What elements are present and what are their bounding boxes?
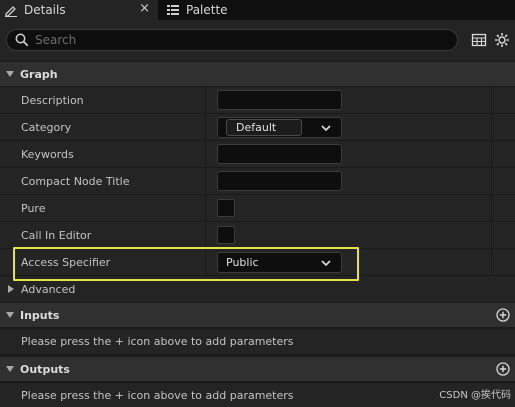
row-keywords: Keywords bbox=[0, 140, 515, 167]
column-divider bbox=[491, 114, 492, 140]
column-divider[interactable] bbox=[205, 195, 206, 221]
tab-details[interactable]: Details × bbox=[0, 0, 158, 20]
tab-palette-label: Palette bbox=[186, 3, 228, 17]
gear-icon[interactable] bbox=[494, 32, 510, 48]
row-call-in-editor: Call In Editor bbox=[0, 221, 515, 248]
description-label: Description bbox=[21, 94, 84, 107]
row-category: Category Default bbox=[0, 113, 515, 140]
category-value: Default bbox=[236, 121, 277, 134]
column-divider[interactable] bbox=[205, 222, 206, 248]
tab-details-label: Details bbox=[24, 3, 66, 17]
tab-bar: Details × Palette bbox=[0, 0, 515, 20]
section-graph[interactable]: Graph bbox=[0, 61, 515, 86]
column-divider[interactable] bbox=[205, 87, 206, 113]
inputs-message-row: Please press the + icon above to add par… bbox=[0, 328, 515, 354]
column-divider[interactable] bbox=[205, 141, 206, 167]
palette-icon bbox=[167, 5, 179, 15]
column-divider[interactable] bbox=[205, 168, 206, 194]
tab-palette[interactable]: Palette bbox=[160, 0, 280, 20]
search-input[interactable] bbox=[35, 33, 435, 47]
watermark: CSDN @挨代码 bbox=[439, 390, 511, 401]
column-divider bbox=[491, 249, 492, 275]
compact-node-title-label: Compact Node Title bbox=[21, 175, 130, 188]
call-in-editor-label: Call In Editor bbox=[21, 229, 92, 242]
row-pure: Pure bbox=[0, 194, 515, 221]
pure-label: Pure bbox=[21, 202, 46, 215]
collapsed-arrow-icon bbox=[8, 285, 14, 293]
category-label: Category bbox=[21, 121, 72, 134]
description-field[interactable] bbox=[217, 90, 342, 110]
column-divider bbox=[491, 87, 492, 113]
details-toolbar bbox=[0, 20, 515, 61]
column-divider bbox=[491, 195, 492, 221]
section-outputs[interactable]: Outputs bbox=[0, 356, 515, 381]
search-box[interactable] bbox=[6, 29, 458, 51]
chevron-down-icon[interactable] bbox=[321, 124, 331, 132]
keywords-label: Keywords bbox=[21, 148, 74, 161]
expand-arrow-icon bbox=[6, 366, 14, 372]
outputs-message: Please press the + icon above to add par… bbox=[21, 389, 294, 402]
section-outputs-label: Outputs bbox=[20, 362, 70, 376]
add-icon[interactable] bbox=[496, 308, 510, 322]
expand-arrow-icon bbox=[6, 71, 14, 77]
pure-checkbox[interactable] bbox=[217, 199, 235, 217]
call-in-editor-checkbox[interactable] bbox=[217, 226, 235, 244]
search-icon bbox=[15, 33, 29, 47]
column-divider bbox=[491, 168, 492, 194]
add-icon[interactable] bbox=[496, 362, 510, 376]
column-divider bbox=[491, 222, 492, 248]
expand-arrow-icon bbox=[6, 312, 14, 318]
pencil-icon bbox=[5, 6, 17, 17]
category-combo[interactable]: Default bbox=[217, 117, 342, 138]
section-inputs[interactable]: Inputs bbox=[0, 302, 515, 327]
advanced-label: Advanced bbox=[21, 283, 76, 296]
section-inputs-label: Inputs bbox=[20, 308, 60, 322]
compact-node-title-field[interactable] bbox=[217, 171, 342, 191]
column-divider bbox=[491, 141, 492, 167]
category-value-box[interactable]: Default bbox=[226, 119, 302, 136]
close-icon[interactable]: × bbox=[139, 1, 150, 16]
keywords-field[interactable] bbox=[217, 144, 342, 164]
table-view-icon[interactable] bbox=[471, 32, 487, 48]
highlight-box bbox=[13, 247, 359, 281]
inputs-message: Please press the + icon above to add par… bbox=[21, 335, 294, 348]
row-compact-node-title: Compact Node Title bbox=[0, 167, 515, 194]
row-description: Description bbox=[0, 86, 515, 113]
outputs-message-row: Please press the + icon above to add par… bbox=[0, 382, 515, 407]
column-divider[interactable] bbox=[205, 114, 206, 140]
section-graph-label: Graph bbox=[20, 67, 58, 81]
